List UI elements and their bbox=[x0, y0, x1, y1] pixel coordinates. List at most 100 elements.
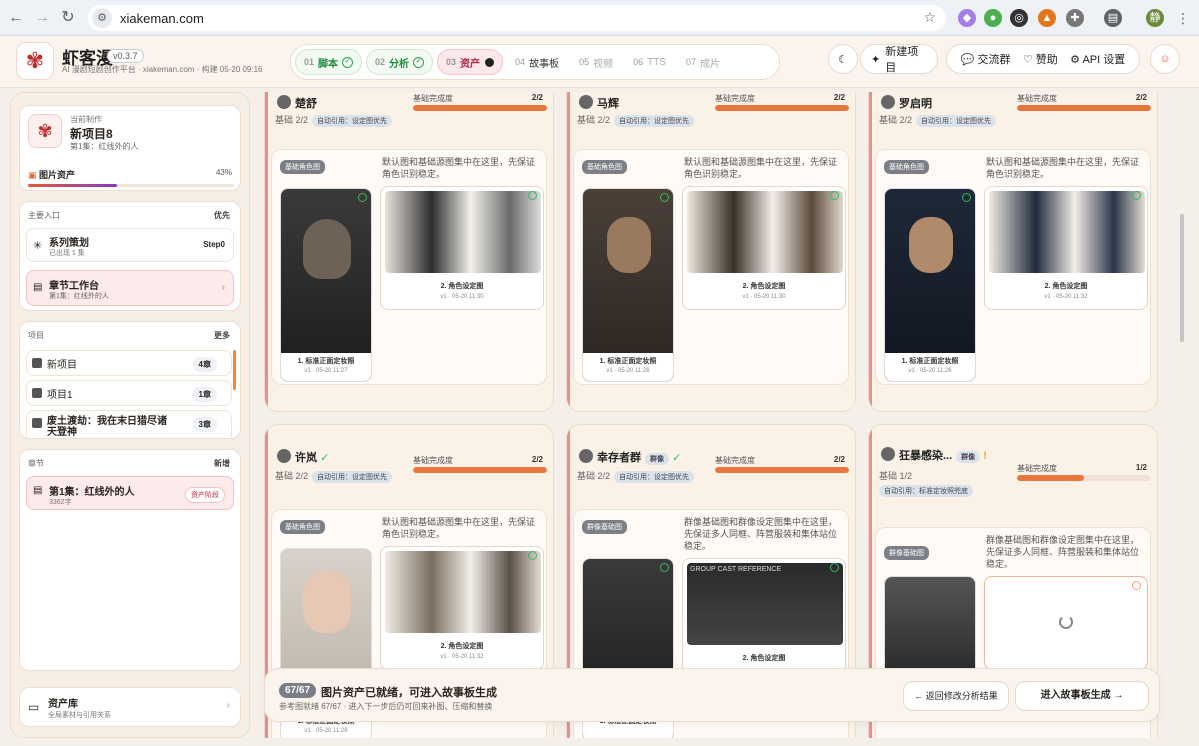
person-icon bbox=[277, 95, 291, 109]
sponsor-button[interactable]: ♡ 赞助 bbox=[1023, 51, 1058, 67]
check-icon: ✓ bbox=[413, 56, 425, 68]
bookmark-star-icon[interactable]: ☆ bbox=[923, 9, 936, 26]
extension-icon[interactable]: ◆ bbox=[958, 9, 976, 27]
chapters-panel: 章节 新增 第1集：红线外的人 ▤ 3362字 资产阶段 bbox=[19, 449, 241, 671]
stage-badge: 资产阶段 bbox=[185, 487, 225, 503]
project-item[interactable]: 废土渡劫：我在末日猎尽诸天登神 3章 bbox=[26, 410, 232, 438]
asset-library-entry[interactable]: ▭ 资产库 全局素材与引用关系 › bbox=[19, 687, 241, 727]
new-project-button[interactable]: ✦ 新建项目 bbox=[860, 44, 938, 74]
project-item[interactable]: 新项目 4章 bbox=[26, 350, 232, 376]
group-sheet-loading[interactable] bbox=[984, 576, 1148, 670]
projects-panel: 项目 更多 新项目 4章 项目1 1章 废土渡劫：我在末日猎尽诸天登神 3章 bbox=[19, 321, 241, 439]
project-item[interactable]: 项目1 1章 bbox=[26, 380, 232, 406]
metamask-icon[interactable]: ▲ bbox=[1038, 9, 1056, 27]
current-project-card[interactable]: ✾ 当前制作 新项目8 第1集：红线外的人 ▣ 图片资产 43% bbox=[19, 105, 241, 191]
chapter-add-link[interactable]: 新增 bbox=[214, 458, 230, 469]
sidebar: ✾ 当前制作 新项目8 第1集：红线外的人 ▣ 图片资产 43% 主要入口 优先… bbox=[10, 92, 250, 738]
page-scrollbar[interactable] bbox=[1180, 214, 1184, 342]
site-info-icon[interactable]: ⚙ bbox=[92, 8, 112, 28]
check-icon: ✓ bbox=[342, 56, 354, 68]
check-icon bbox=[1132, 191, 1141, 200]
extensions-puzzle-icon[interactable]: ✚ bbox=[1066, 9, 1084, 27]
sidepanel-icon[interactable]: ▤ bbox=[1104, 9, 1122, 27]
series-icon: ✳ bbox=[33, 240, 43, 252]
address-bar[interactable]: ⚙ xiakeman.com ☆ bbox=[88, 5, 946, 31]
step-analysis[interactable]: 02 分析 ✓ bbox=[366, 49, 434, 75]
check-icon bbox=[528, 551, 537, 560]
api-settings-button[interactable]: ⚙ API 设置 bbox=[1070, 51, 1125, 67]
character-card: 楚舒 基础 2/2 自动引用：设定图优先 基础完成度 2/2 基础角色图 默认图和… bbox=[264, 92, 554, 412]
step-video[interactable]: 05 视频 bbox=[571, 49, 621, 75]
completion-bar bbox=[1017, 105, 1151, 111]
sparkle-icon: ✦ bbox=[871, 53, 881, 66]
completion-bar bbox=[413, 105, 547, 111]
project-icon bbox=[32, 418, 42, 428]
extension-icon[interactable]: ● bbox=[984, 9, 1002, 27]
reload-icon[interactable]: ↻ bbox=[58, 8, 78, 28]
group-portrait-image[interactable] bbox=[884, 576, 976, 676]
back-to-analysis-button[interactable]: ← 返回修改分析结果 bbox=[903, 681, 1009, 711]
version-badge: v0.3.7 bbox=[107, 49, 144, 63]
completion-bar bbox=[1017, 475, 1151, 481]
check-icon bbox=[660, 193, 669, 202]
back-icon[interactable]: ← bbox=[6, 8, 26, 28]
check-icon bbox=[528, 191, 537, 200]
current-label: 当前制作 bbox=[70, 115, 102, 124]
asset-label: ▣ 图片资产 bbox=[28, 170, 76, 180]
bottom-action-bar: 67/67 图片资产已就绪，可进入故事板生成 参考图就绪 67/67 · 进入下… bbox=[264, 668, 1160, 722]
step-assets[interactable]: 03 资产 bbox=[437, 49, 504, 75]
asset-progress bbox=[28, 184, 234, 187]
series-planning-entry[interactable]: ✳ 系列策划 已出现 1 集 Step0 bbox=[26, 228, 234, 262]
group-sheet[interactable]: GROUP CAST REFERENCE 2. 角色设定图 bbox=[682, 558, 846, 682]
pending-icon bbox=[1132, 581, 1141, 590]
extension-icon[interactable]: ◎ bbox=[1010, 9, 1028, 27]
forward-icon[interactable]: → bbox=[32, 8, 52, 28]
browser-toolbar: ← → ↻ ⚙ xiakeman.com ☆ ◆ ● ◎ ▲ ✚ ▤ 静 ⋮ bbox=[0, 0, 1199, 36]
chapter-workbench-entry[interactable]: ▤ 章节工作台 第1集：红线外的人 › bbox=[26, 270, 234, 306]
step-tts[interactable]: 06 TTS bbox=[625, 49, 674, 75]
community-button[interactable]: 💬 交流群 bbox=[961, 51, 1011, 67]
project-avatar: ✾ bbox=[28, 114, 62, 148]
ready-subtitle: 参考图就绪 67/67 · 进入下一步后仍可回来补图、压缩和替换 bbox=[279, 702, 493, 711]
step-script[interactable]: 01 脚本 ✓ bbox=[295, 49, 363, 75]
group-icon bbox=[881, 447, 895, 461]
asset-section: 基础角色图 默认图和基础源图集中在这里，先保证角色识别稳定。 1. 标准正面定妆… bbox=[573, 149, 849, 385]
portrait-image[interactable]: 1. 标准正面定妆照 v1 · 05-20 11:27 bbox=[280, 188, 372, 382]
user-icon[interactable]: ☺ bbox=[1150, 44, 1180, 74]
step-final[interactable]: 07 成片 bbox=[678, 49, 728, 75]
character-sheet[interactable]: 2. 角色设定图 v1 · 05-20 11:30 bbox=[380, 186, 544, 310]
character-sheet[interactable]: 2. 角色设定图 v1 · 05-20 11:30 bbox=[682, 186, 846, 310]
check-icon bbox=[358, 193, 367, 202]
asset-section: 基础角色图 默认图和基础源图集中在这里，先保证角色识别稳定。 1. 标准正面定妆… bbox=[875, 149, 1151, 385]
person-icon bbox=[277, 449, 291, 463]
series-step: Step0 bbox=[203, 240, 225, 249]
profile-avatar[interactable]: 静 bbox=[1146, 9, 1164, 27]
app-header: ✾ 虾客漫 v0.3.7 AI 漫剧短剧创作平台 · xiakeman.com … bbox=[0, 36, 1199, 88]
menu-icon[interactable]: ⋮ bbox=[1174, 9, 1192, 27]
ready-count: 67/67 bbox=[279, 683, 317, 698]
check-icon bbox=[830, 563, 839, 572]
folder-icon: ▭ bbox=[28, 700, 40, 714]
app-tagline: AI 漫剧短剧创作平台 · xiakeman.com · 构建 05-20 09… bbox=[62, 65, 263, 74]
check-icon: ✓ bbox=[672, 452, 682, 464]
scrollbar[interactable] bbox=[233, 350, 236, 390]
check-icon bbox=[962, 193, 971, 202]
portrait-image[interactable]: 1. 标准正面定妆照 v1 · 05-20 11:26 bbox=[884, 188, 976, 382]
document-icon: ▤ bbox=[33, 485, 43, 496]
projects-more-link[interactable]: 更多 bbox=[214, 330, 230, 341]
step-storyboard[interactable]: 04 故事板 bbox=[507, 49, 567, 75]
character-sheet[interactable]: 2. 角色设定图 v1 · 05-20 11:32 bbox=[380, 546, 544, 670]
person-icon bbox=[881, 95, 895, 109]
character-card: 罗启明 基础 2/2 自动引用：设定图优先 基础完成度 2/2 基础角色图 默认图… bbox=[868, 92, 1158, 412]
project-icon bbox=[32, 388, 42, 398]
chapter-item[interactable]: 第1集：红线外的人 ▤ 3362字 资产阶段 bbox=[26, 476, 234, 510]
chevron-right-icon: › bbox=[226, 700, 230, 711]
character-sheet[interactable]: 2. 角色设定图 v1 · 05-20 11:32 bbox=[984, 186, 1148, 310]
image-icon: ▣ bbox=[28, 170, 37, 180]
portrait-image[interactable]: 1. 标准正面定妆照 v1 · 05-20 11:26 bbox=[582, 188, 674, 382]
completion-bar bbox=[413, 467, 547, 473]
go-to-storyboard-button[interactable]: 进入故事板生成 → bbox=[1015, 681, 1149, 711]
episode-name: 第1集：红线外的人 bbox=[70, 142, 139, 151]
logo-lobster-icon: ✾ bbox=[16, 42, 54, 80]
theme-toggle-moon-icon[interactable]: ☾ bbox=[828, 44, 858, 74]
